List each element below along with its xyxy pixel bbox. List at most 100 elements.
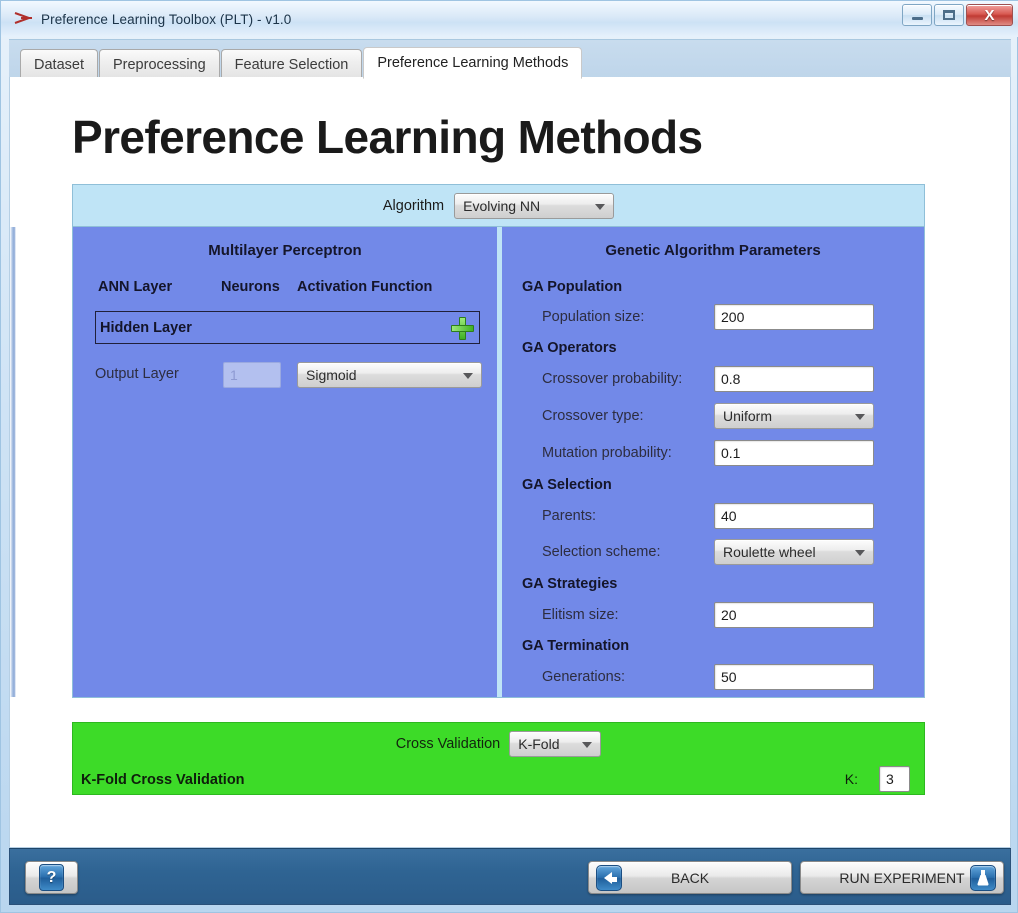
crossover-probability-value: 0.8 [721, 371, 741, 387]
generations-value: 50 [721, 669, 737, 685]
chevron-down-icon [855, 414, 865, 420]
flask-icon [970, 865, 996, 891]
k-fold-detail-row: K-Fold Cross Validation K: 3 [73, 765, 924, 795]
output-layer-activation-select[interactable]: Sigmoid [297, 362, 482, 388]
ga-row-parents: Parents: 40 [542, 503, 912, 531]
run-experiment-button[interactable]: RUN EXPERIMENT [800, 861, 1004, 894]
algorithm-selected-value: Evolving NN [463, 197, 541, 214]
add-layer-plus-icon[interactable] [450, 316, 475, 341]
cross-validation-selected-value: K-Fold [518, 736, 560, 752]
window-title: Preference Learning Toolbox (PLT) - v1.0 [41, 11, 292, 27]
chevron-down-icon [855, 550, 865, 556]
application-window: Preference Learning Toolbox (PLT) - v1.0… [0, 0, 1018, 913]
left-scroll-rail[interactable] [10, 227, 16, 697]
population-size-input[interactable]: 200 [714, 304, 874, 330]
parents-input[interactable]: 40 [714, 503, 874, 529]
ga-label: Mutation probability: [542, 445, 672, 461]
population-size-value: 200 [721, 309, 745, 325]
back-button[interactable]: BACK [588, 861, 792, 894]
output-layer-neurons-input: 1 [223, 362, 281, 388]
run-experiment-label: RUN EXPERIMENT [839, 869, 965, 886]
k-fold-title: K-Fold Cross Validation [81, 772, 245, 788]
hidden-layer-row[interactable]: Hidden Layer [95, 311, 480, 344]
question-mark-icon: ? [39, 864, 64, 891]
cross-validation-label: Cross Validation [395, 736, 501, 752]
title-bar: Preference Learning Toolbox (PLT) - v1.0… [1, 1, 1018, 37]
output-layer-activation-value: Sigmoid [306, 367, 357, 383]
close-icon: X [984, 6, 995, 24]
column-header-neurons: Neurons [221, 279, 280, 295]
algorithm-label: Algorithm [382, 197, 445, 214]
column-header-ann-layer: ANN Layer [98, 279, 173, 295]
algorithm-header: Algorithm Evolving NN [72, 184, 925, 226]
algorithm-select[interactable]: Evolving NN [454, 192, 615, 219]
tab-feature-selection[interactable]: Feature Selection [220, 49, 363, 79]
hidden-layer-label: Hidden Layer [100, 319, 192, 336]
plt-logo-icon [13, 9, 35, 29]
tab-label: Dataset [34, 56, 84, 73]
footer-toolbar: ? BACK RUN EXPERIMENT [9, 848, 1011, 905]
ga-label: Crossover probability: [542, 371, 683, 387]
chevron-down-icon [582, 742, 593, 748]
mutation-probability-value: 0.1 [721, 445, 741, 461]
k-label: K: [844, 771, 858, 787]
k-value: 3 [886, 771, 894, 787]
crossover-type-select[interactable]: Uniform [714, 403, 874, 429]
ga-row-elitism-size: Elitism size: 20 [542, 602, 912, 630]
ga-group-selection: GA Selection [522, 477, 612, 493]
mutation-probability-input[interactable]: 0.1 [714, 440, 874, 466]
ga-label: Elitism size: [542, 607, 619, 623]
cross-validation-panel: Cross Validation K-Fold K-Fold Cross Val… [72, 722, 925, 795]
tab-preference-learning-methods[interactable]: Preference Learning Methods [363, 47, 583, 79]
selection-scheme-select[interactable]: Roulette wheel [714, 539, 874, 565]
window-controls: X [902, 4, 1013, 26]
ga-row-population-size: Population size: 200 [542, 304, 912, 332]
k-value-input[interactable]: 3 [879, 766, 910, 792]
chevron-down-icon [463, 373, 473, 379]
minimize-button[interactable] [902, 4, 932, 26]
help-button[interactable]: ? [25, 861, 78, 894]
output-layer-label: Output Layer [95, 366, 179, 382]
column-header-activation-function: Activation Function [297, 279, 433, 295]
maximize-button[interactable] [934, 4, 964, 26]
crossover-probability-input[interactable]: 0.8 [714, 366, 874, 392]
ga-row-crossover-type: Crossover type: Uniform [542, 403, 912, 431]
genetic-algorithm-panel: Genetic Algorithm Parameters GA Populati… [502, 227, 924, 697]
ga-row-selection-scheme: Selection scheme: Roulette wheel [542, 539, 912, 567]
ga-group-population: GA Population [522, 279, 623, 295]
tab-preprocessing[interactable]: Preprocessing [98, 49, 220, 79]
elitism-size-value: 20 [721, 607, 737, 623]
ga-row-mutation-probability: Mutation probability: 0.1 [542, 440, 912, 468]
ga-label: Generations: [542, 669, 626, 685]
ga-label: Population size: [542, 309, 645, 325]
parameters-panels: Multilayer Perceptron ANN Layer Neurons … [72, 226, 925, 698]
ga-title: Genetic Algorithm Parameters [605, 242, 821, 259]
cross-validation-selector-row: Cross Validation K-Fold [73, 723, 924, 765]
ga-row-generations: Generations: 50 [542, 664, 912, 692]
multilayer-perceptron-panel: Multilayer Perceptron ANN Layer Neurons … [73, 227, 502, 697]
cross-validation-select[interactable]: K-Fold [509, 731, 602, 757]
tab-label: Preference Learning Methods [377, 55, 569, 71]
ga-row-crossover-probability: Crossover probability: 0.8 [542, 366, 912, 394]
tab-dataset[interactable]: Dataset [20, 49, 98, 79]
tab-label: Feature Selection [234, 56, 349, 73]
page-title: Preference Learning Methods [72, 111, 703, 163]
generations-input[interactable]: 50 [714, 664, 874, 690]
tab-bar: Dataset Preprocessing Feature Selection … [9, 39, 1011, 79]
arrow-left-icon [596, 865, 622, 891]
selection-scheme-value: Roulette wheel [723, 544, 816, 560]
output-layer-neurons-value: 1 [230, 367, 238, 383]
crossover-type-value: Uniform [723, 408, 773, 424]
elitism-size-input[interactable]: 20 [714, 602, 874, 628]
maximize-icon [943, 10, 955, 20]
back-button-label: BACK [670, 869, 710, 886]
ga-label: Crossover type: [542, 408, 644, 424]
output-layer-row: Output Layer 1 Sigmoid [95, 362, 490, 392]
content-sheet: Preference Learning Methods Algorithm Ev… [9, 77, 1011, 848]
tab-label: Preprocessing [112, 56, 206, 73]
ga-label: Selection scheme: [542, 544, 661, 560]
ga-label: Parents: [542, 508, 596, 524]
close-button[interactable]: X [966, 4, 1013, 26]
chevron-down-icon [595, 203, 606, 210]
parents-value: 40 [721, 508, 737, 524]
